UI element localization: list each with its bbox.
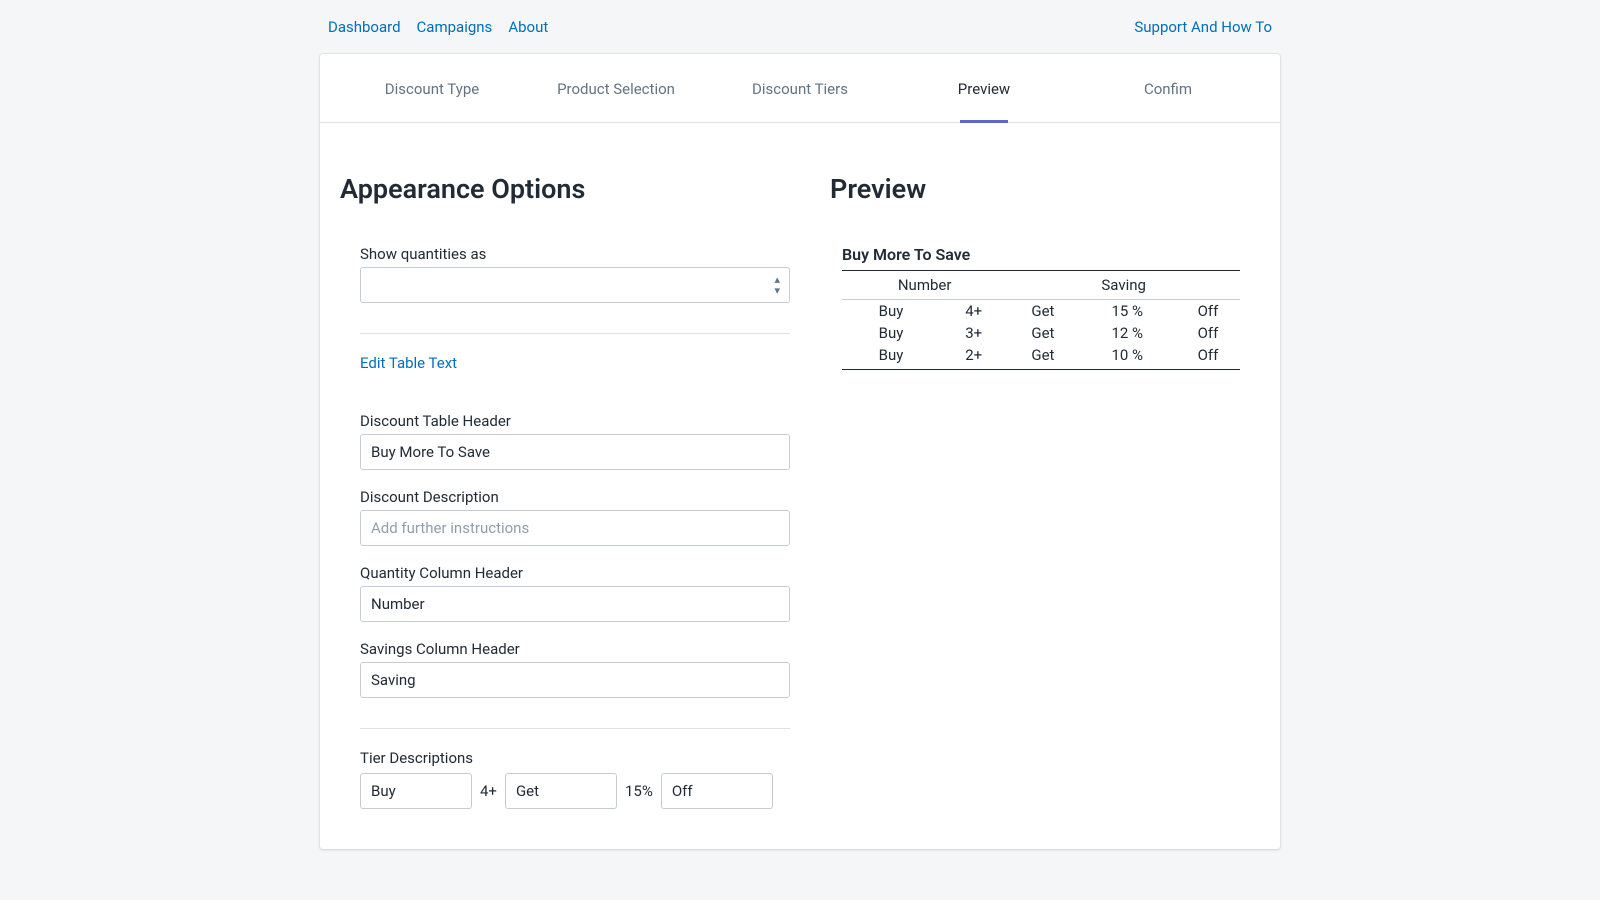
tier-row: 4+ 15%: [360, 773, 790, 809]
cell-off: Off: [1176, 300, 1240, 323]
quantity-column-header-label: Quantity Column Header: [360, 564, 790, 582]
nav-link-dashboard[interactable]: Dashboard: [328, 18, 401, 36]
field-savings-column-header: Savings Column Header: [360, 640, 790, 698]
wizard-tabs: Discount Type Product Selection Discount…: [320, 54, 1280, 123]
cell-pct: 12 %: [1079, 322, 1176, 344]
tier-get-input[interactable]: [505, 773, 617, 809]
tab-confirm[interactable]: Confim: [1076, 54, 1260, 122]
main-card: Discount Type Product Selection Discount…: [320, 54, 1280, 849]
cell-get: Get: [1007, 322, 1078, 344]
savings-column-header-input[interactable]: [360, 662, 790, 698]
cell-get: Get: [1007, 344, 1078, 370]
content-row: Appearance Options Show quantities as ▴▾…: [320, 123, 1280, 809]
preview-title: Preview: [830, 173, 1260, 205]
preview-col-number: Number: [842, 271, 1007, 300]
top-nav-left: Dashboard Campaigns About: [328, 18, 548, 36]
tier-off-input[interactable]: [661, 773, 773, 809]
top-nav-right: Support And How To: [1134, 18, 1272, 36]
cell-get: Get: [1007, 300, 1078, 323]
divider-2: [360, 728, 790, 729]
cell-off: Off: [1176, 322, 1240, 344]
appearance-form: Show quantities as ▴▾ Edit Table Text Di…: [340, 245, 810, 809]
preview-table: Number Saving Buy 4+ Get 15 % Off: [842, 270, 1240, 370]
table-row: Buy 4+ Get 15 % Off: [842, 300, 1240, 323]
edit-table-text-link[interactable]: Edit Table Text: [360, 354, 457, 372]
appearance-column: Appearance Options Show quantities as ▴▾…: [340, 173, 810, 809]
preview-column: Preview Buy More To Save Number Saving: [830, 173, 1260, 809]
show-quantities-select-wrapper: ▴▾: [360, 267, 790, 303]
discount-table-header-label: Discount Table Header: [360, 412, 790, 430]
nav-link-campaigns[interactable]: Campaigns: [417, 18, 493, 36]
tab-preview[interactable]: Preview: [892, 54, 1076, 122]
tier-pct-text: 15%: [625, 782, 653, 800]
preview-table-header: Buy More To Save: [842, 245, 1240, 264]
cell-buy: Buy: [842, 322, 940, 344]
cell-buy: Buy: [842, 344, 940, 370]
field-quantity-column-header: Quantity Column Header: [360, 564, 790, 622]
preview-table-head-row: Number Saving: [842, 271, 1240, 300]
field-discount-table-header: Discount Table Header: [360, 412, 790, 470]
tier-buy-input[interactable]: [360, 773, 472, 809]
nav-link-support[interactable]: Support And How To: [1134, 18, 1272, 36]
preview-panel: Buy More To Save Number Saving Buy 4+: [830, 245, 1260, 370]
tier-qty-text: 4+: [480, 782, 497, 800]
nav-link-about[interactable]: About: [508, 18, 548, 36]
tab-discount-tiers[interactable]: Discount Tiers: [708, 54, 892, 122]
top-nav: Dashboard Campaigns About Support And Ho…: [320, 0, 1280, 54]
cell-qty: 4+: [940, 300, 1007, 323]
tab-discount-type[interactable]: Discount Type: [340, 54, 524, 122]
field-discount-description: Discount Description: [360, 488, 790, 546]
tab-product-selection[interactable]: Product Selection: [524, 54, 708, 122]
cell-qty: 3+: [940, 322, 1007, 344]
table-row: Buy 2+ Get 10 % Off: [842, 344, 1240, 370]
cell-pct: 15 %: [1079, 300, 1176, 323]
savings-column-header-label: Savings Column Header: [360, 640, 790, 658]
discount-description-label: Discount Description: [360, 488, 790, 506]
discount-description-input[interactable]: [360, 510, 790, 546]
tier-descriptions-label: Tier Descriptions: [360, 749, 790, 767]
show-quantities-select[interactable]: [360, 267, 790, 303]
cell-off: Off: [1176, 344, 1240, 370]
discount-table-header-input[interactable]: [360, 434, 790, 470]
table-row: Buy 3+ Get 12 % Off: [842, 322, 1240, 344]
cell-pct: 10 %: [1079, 344, 1176, 370]
preview-col-saving: Saving: [1007, 271, 1240, 300]
divider: [360, 333, 790, 334]
quantity-column-header-input[interactable]: [360, 586, 790, 622]
cell-qty: 2+: [940, 344, 1007, 370]
cell-buy: Buy: [842, 300, 940, 323]
show-quantities-label: Show quantities as: [360, 245, 790, 263]
appearance-title: Appearance Options: [340, 173, 810, 205]
